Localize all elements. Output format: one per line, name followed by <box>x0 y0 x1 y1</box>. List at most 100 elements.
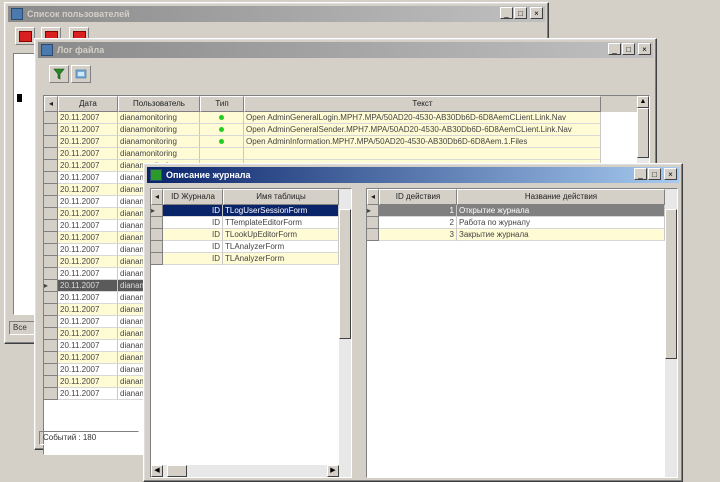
row-indicator <box>44 328 58 340</box>
scroll-thumb[interactable] <box>637 108 649 158</box>
status-dot-icon <box>219 127 224 132</box>
actions-rows: ▸ 1 Открытие журнала 2 Работа по журналу 3 Зак… <box>367 205 677 241</box>
header-type[interactable]: Тип <box>200 96 244 112</box>
close-button[interactable]: × <box>638 43 651 55</box>
log-window-titlebar[interactable]: Лог файла _ □ × <box>38 42 653 58</box>
row-indicator <box>44 364 58 376</box>
actions-grid[interactable]: ◂ ID действия Название действия ▸ 1 Открыт… <box>366 188 678 478</box>
status-dot-icon <box>219 115 224 120</box>
header-action-name[interactable]: Название действия <box>457 189 665 205</box>
list-item[interactable]: ID TLookUpEditorForm <box>151 229 351 241</box>
table-row[interactable]: 20.11.2007 dianamonitoring Open AdminGener… <box>44 112 649 124</box>
journals-grid-header: ◂ ID Журнала Имя таблицы <box>151 189 351 205</box>
window-icon <box>41 44 53 56</box>
table-row[interactable]: 20.11.2007 dianamonitoring Open AdminGener… <box>44 124 649 136</box>
users-window-titlebar[interactable]: Список пользователей _ □ × <box>8 6 545 22</box>
refresh-icon <box>75 69 87 79</box>
cell-date: 20.11.2007 <box>58 136 118 148</box>
delete-icon <box>18 30 32 42</box>
journal-window[interactable]: Описание журнала _ □ × ◂ ID Журнала Имя … <box>143 163 683 482</box>
row-indicator <box>44 352 58 364</box>
journals-grid[interactable]: ◂ ID Журнала Имя таблицы ▸ ID TLogUserSess… <box>150 188 352 478</box>
maximize-button[interactable]: □ <box>514 7 527 19</box>
row-indicator-icon <box>17 94 22 102</box>
header-date[interactable]: Дата <box>58 96 118 112</box>
list-item[interactable]: ▸ 1 Открытие журнала <box>367 205 677 217</box>
cell-date: 20.11.2007 <box>58 208 118 220</box>
actions-vscrollbar[interactable] <box>665 189 677 477</box>
scroll-left-button[interactable]: ◀ <box>151 465 163 477</box>
scroll-thumb[interactable] <box>665 209 677 359</box>
status-dot-icon <box>219 139 224 144</box>
tool-button-1[interactable] <box>15 27 35 45</box>
header-action-id[interactable]: ID действия <box>379 189 457 205</box>
cell-action-id: 1 <box>379 205 457 217</box>
list-item[interactable]: ID TLAnalyzerForm <box>151 253 351 265</box>
cell-date: 20.11.2007 <box>58 232 118 244</box>
list-item[interactable]: ID TLAnalyzerForm <box>151 241 351 253</box>
cell-journal-id: ID <box>163 229 223 241</box>
log-status: Событий : 180 <box>39 431 139 445</box>
cell-type <box>200 124 244 136</box>
cell-type <box>200 112 244 124</box>
cell-date: 20.11.2007 <box>58 388 118 400</box>
minimize-button[interactable]: _ <box>608 43 621 55</box>
cell-date: 20.11.2007 <box>58 112 118 124</box>
row-indicator <box>44 256 58 268</box>
cell-date: 20.11.2007 <box>58 364 118 376</box>
journal-window-titlebar[interactable]: Описание журнала _ □ × <box>147 167 679 183</box>
row-indicator <box>151 229 163 241</box>
cell-user: dianamonitoring <box>118 124 200 136</box>
scroll-up-button[interactable]: ▲ <box>637 96 649 108</box>
cell-type <box>200 136 244 148</box>
cell-date: 20.11.2007 <box>58 304 118 316</box>
filter-icon <box>53 68 65 80</box>
row-indicator: ▸ <box>44 280 58 292</box>
log-grid-header: ◂ Дата Пользователь Тип Текст <box>44 96 649 112</box>
close-button[interactable]: × <box>664 168 677 180</box>
cell-action-id: 3 <box>379 229 457 241</box>
row-indicator <box>151 217 163 229</box>
row-indicator <box>44 304 58 316</box>
row-indicator <box>367 217 379 229</box>
cell-date: 20.11.2007 <box>58 220 118 232</box>
cell-date: 20.11.2007 <box>58 196 118 208</box>
journals-hscrollbar[interactable]: ◀ ▶ <box>151 465 351 477</box>
list-item[interactable]: ID TTemplateEditorForm <box>151 217 351 229</box>
scroll-thumb[interactable] <box>339 209 351 339</box>
table-row[interactable]: 20.11.2007dianamonitoring <box>44 148 649 160</box>
header-user[interactable]: Пользователь <box>118 96 200 112</box>
header-journal-id[interactable]: ID Журнала <box>163 189 223 205</box>
row-indicator <box>151 241 163 253</box>
cell-table-name: TTemplateEditorForm <box>223 217 339 229</box>
header-indicator: ◂ <box>151 189 163 205</box>
hscroll-thumb[interactable] <box>167 465 187 477</box>
filter-button[interactable] <box>49 65 69 83</box>
row-indicator <box>44 220 58 232</box>
list-item[interactable]: 3 Закрытие журнала <box>367 229 677 241</box>
header-table-name[interactable]: Имя таблицы <box>223 189 339 205</box>
row-indicator <box>44 148 58 160</box>
journals-vscrollbar[interactable] <box>339 189 351 465</box>
minimize-button[interactable]: _ <box>500 7 513 19</box>
row-indicator <box>44 268 58 280</box>
maximize-button[interactable]: □ <box>622 43 635 55</box>
cell-user: dianamonitoring <box>118 136 200 148</box>
actions-grid-header: ◂ ID действия Название действия <box>367 189 677 205</box>
cell-date: 20.11.2007 <box>58 172 118 184</box>
list-item[interactable]: 2 Работа по журналу <box>367 217 677 229</box>
row-indicator <box>151 253 163 265</box>
cell-date: 20.11.2007 <box>58 148 118 160</box>
close-button[interactable]: × <box>530 7 543 19</box>
minimize-button[interactable]: _ <box>634 168 647 180</box>
refresh-button[interactable] <box>71 65 91 83</box>
header-text[interactable]: Текст <box>244 96 601 112</box>
journals-rows: ▸ ID TLogUserSessionForm ID TTemplateEditorF… <box>151 205 351 265</box>
maximize-button[interactable]: □ <box>648 168 661 180</box>
table-row[interactable]: 20.11.2007 dianamonitoring Open AdminInfor… <box>44 136 649 148</box>
row-indicator <box>44 376 58 388</box>
cell-table-name: TLogUserSessionForm <box>223 205 339 217</box>
list-item[interactable]: ▸ ID TLogUserSessionForm <box>151 205 351 217</box>
cell-action-id: 2 <box>379 217 457 229</box>
scroll-right-button[interactable]: ▶ <box>327 465 339 477</box>
